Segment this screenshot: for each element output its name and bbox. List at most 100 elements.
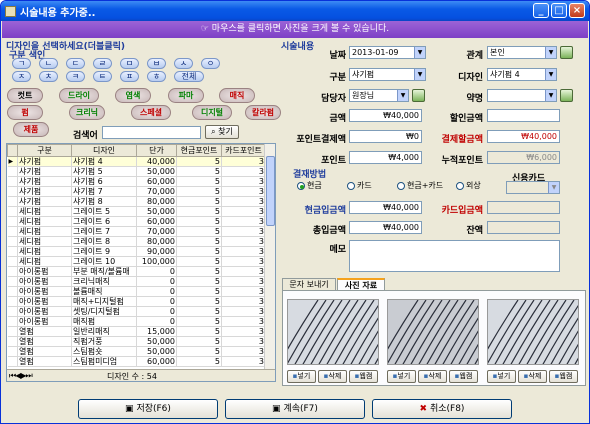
table-row[interactable]: 세디펌 그레이트 8 80,000 5 3 xyxy=(7,236,266,247)
consonant-chip[interactable]: ㅂ xyxy=(147,58,166,69)
photo-thumbnail[interactable] xyxy=(287,299,379,365)
relation-edit-icon[interactable] xyxy=(560,46,573,59)
maximize-button[interactable]: □ xyxy=(551,3,567,18)
tab-photos[interactable]: 사진 자료 xyxy=(337,278,385,290)
category-button[interactable]: 칼라펌 xyxy=(245,105,281,120)
column-header[interactable]: 현금포인트 xyxy=(176,144,222,157)
vertical-scrollbar[interactable] xyxy=(264,144,275,370)
radio-circle[interactable] xyxy=(297,181,305,190)
consonant-chip[interactable]: 전체 xyxy=(174,71,204,82)
column-header[interactable]: 구분 xyxy=(17,144,72,157)
consonant-chip[interactable]: ㄹ xyxy=(93,58,112,69)
photo-thumbnail[interactable] xyxy=(387,299,479,365)
table-row[interactable]: 아이롱펌 매직+디지털펌 0 5 3 xyxy=(7,296,266,307)
photo-delete-button[interactable]: ▪삭제 xyxy=(418,370,447,383)
photo-add-button[interactable]: ▪넣기 xyxy=(487,370,516,383)
table-row[interactable]: 아이롱펌 매직펌 0 5 3 xyxy=(7,316,266,327)
table-row[interactable]: 샤기펌 샤기펌 7 70,000 5 3 xyxy=(7,186,266,197)
close-button[interactable]: × xyxy=(569,3,585,18)
photo-thumbnail[interactable] xyxy=(487,299,579,365)
radio-circle[interactable] xyxy=(397,181,405,190)
category-button[interactable]: 크리닉 xyxy=(69,105,105,120)
pay-amount-field[interactable]: ₩40,000 xyxy=(487,130,560,143)
credit-card-select[interactable]: ▼ xyxy=(506,181,560,194)
photo-add-button[interactable]: ▪넣기 xyxy=(287,370,316,383)
table-row[interactable]: 세디펌 그레이트 10 100,000 5 3 xyxy=(7,256,266,267)
table-row[interactable]: 열펌 직펌거풍 50,000 5 3 xyxy=(7,336,266,347)
table-row[interactable]: 세디펌 그레이트 5 50,000 5 3 xyxy=(7,206,266,217)
photo-webcam-button[interactable]: ▪웹캠 xyxy=(549,370,578,383)
chevron-down-icon[interactable]: ▼ xyxy=(397,90,408,101)
continue-button[interactable]: ▣ 계속(F7) xyxy=(225,399,365,419)
category-button[interactable]: 스페셜 xyxy=(131,105,171,120)
date-field[interactable]: 2013-01-09 ▼ xyxy=(349,46,426,59)
consonant-chip[interactable]: ㄴ xyxy=(39,58,58,69)
table-row[interactable]: 아이롱펌 볼륨매직 0 5 3 xyxy=(7,286,266,297)
table-row[interactable]: 샤기펌 샤기펌 6 60,000 5 3 xyxy=(7,176,266,187)
consonant-chip[interactable]: ㅋ xyxy=(66,71,85,82)
column-header[interactable]: 카드포인트 xyxy=(221,144,266,157)
chevron-down-icon[interactable]: ▼ xyxy=(545,47,556,58)
consonant-chip[interactable]: ㅅ xyxy=(174,58,193,69)
consonant-chip[interactable]: ㄱ xyxy=(12,58,31,69)
consonant-chip[interactable]: ㅁ xyxy=(120,58,139,69)
discount-field[interactable] xyxy=(487,109,560,122)
table-row[interactable]: 열펌 일반리매직 15,000 5 3 xyxy=(7,326,266,337)
table-row[interactable]: 아이롱펌 크리닉매직 0 5 3 xyxy=(7,276,266,287)
consonant-chip[interactable]: ㅍ xyxy=(120,71,139,82)
staff-edit-icon[interactable] xyxy=(412,89,425,102)
table-row[interactable]: 샤기펌 샤기펌 5 50,000 5 3 xyxy=(7,166,266,177)
medicine-select[interactable]: ▼ xyxy=(487,89,557,102)
table-row[interactable]: 샤기펌 샤기펌 8 80,000 5 3 xyxy=(7,196,266,207)
category-button[interactable]: 드라이 xyxy=(59,88,99,103)
category-button[interactable]: 디지털 xyxy=(192,105,232,120)
category-button[interactable]: 컷트 xyxy=(7,88,43,103)
radio-circle[interactable] xyxy=(347,181,355,190)
consonant-chip[interactable]: ㅎ xyxy=(147,71,166,82)
table-row[interactable]: 아이롱펌 부분 매직/볼륨매 0 5 3 xyxy=(7,266,266,277)
chevron-down-icon[interactable]: ▼ xyxy=(545,90,556,101)
table-row[interactable]: 아이롱펌 셋팅/디지털펌 0 5 3 xyxy=(7,306,266,317)
photo-delete-button[interactable]: ▪삭제 xyxy=(318,370,347,383)
pay-method-radio[interactable]: 현금+카드 xyxy=(397,180,443,191)
photo-webcam-button[interactable]: ▪웹캠 xyxy=(349,370,378,383)
search-button[interactable]: ⌕ 찾기 xyxy=(205,125,239,139)
consonant-chip[interactable]: ㅇ xyxy=(201,58,220,69)
table-row[interactable]: 열펌 스팀펌숏 50,000 5 3 xyxy=(7,346,266,357)
consonant-chip[interactable]: ㅌ xyxy=(93,71,112,82)
medicine-edit-icon[interactable] xyxy=(560,89,573,102)
minimize-button[interactable]: _ xyxy=(533,3,549,18)
category-button[interactable]: 펌 xyxy=(7,105,43,120)
category-button[interactable]: 매직 xyxy=(219,88,255,103)
title-bar[interactable]: 시술내용 추가중.. _ □ × xyxy=(1,1,589,21)
staff-select[interactable]: 원장님 ▼ xyxy=(349,89,409,102)
table-row[interactable]: 세디펌 그레이트 7 70,000 5 3 xyxy=(7,226,266,237)
table-row[interactable]: 세디펌 그레이트 6 60,000 5 3 xyxy=(7,216,266,227)
consonant-chip[interactable]: ㄷ xyxy=(66,58,85,69)
search-input[interactable] xyxy=(102,126,201,139)
point-field[interactable]: ₩4,000 xyxy=(349,151,422,164)
save-button[interactable]: ▣ 저장(F6) xyxy=(78,399,218,419)
column-header[interactable]: 단가 xyxy=(136,144,177,157)
chevron-down-icon[interactable]: ▼ xyxy=(548,182,559,193)
photo-add-button[interactable]: ▪넣기 xyxy=(387,370,416,383)
relation-select[interactable]: 본인 ▼ xyxy=(487,46,557,59)
photo-webcam-button[interactable]: ▪웹캠 xyxy=(449,370,478,383)
table-row[interactable]: 세디펌 그레이트 9 90,000 5 3 xyxy=(7,246,266,257)
table-row[interactable]: 열펌 스팀펌미디엄 60,000 5 3 xyxy=(7,356,266,367)
pay-method-radio[interactable]: 현금 xyxy=(297,180,322,191)
cancel-button[interactable]: ✖ 취소(F8) xyxy=(372,399,512,419)
category-button[interactable]: 제품 xyxy=(13,122,49,137)
design-table[interactable]: 구분 디자인 단가 현금포인트 카드포인트 ▶ 샤기펌 샤기펌 4 40,000 5 3 샤기펌 샤기… xyxy=(6,143,276,382)
record-nav-icon[interactable]: ⏮◀▶⏭ xyxy=(9,371,33,381)
cash-input-field[interactable]: ₩40,000 xyxy=(349,201,422,214)
consonant-chip[interactable]: ㅈ xyxy=(12,71,31,82)
category-button[interactable]: 파마 xyxy=(168,88,204,103)
table-row[interactable]: ▶ 샤기펌 샤기펌 4 40,000 5 3 xyxy=(7,156,266,167)
tab-sms[interactable]: 문자 보내기 xyxy=(282,278,336,290)
consonant-chip[interactable]: ㅊ xyxy=(39,71,58,82)
photo-delete-button[interactable]: ▪삭제 xyxy=(518,370,547,383)
price-field[interactable]: ₩40,000 xyxy=(349,109,422,122)
category-button[interactable]: 염색 xyxy=(115,88,151,103)
radio-circle[interactable] xyxy=(456,181,464,190)
